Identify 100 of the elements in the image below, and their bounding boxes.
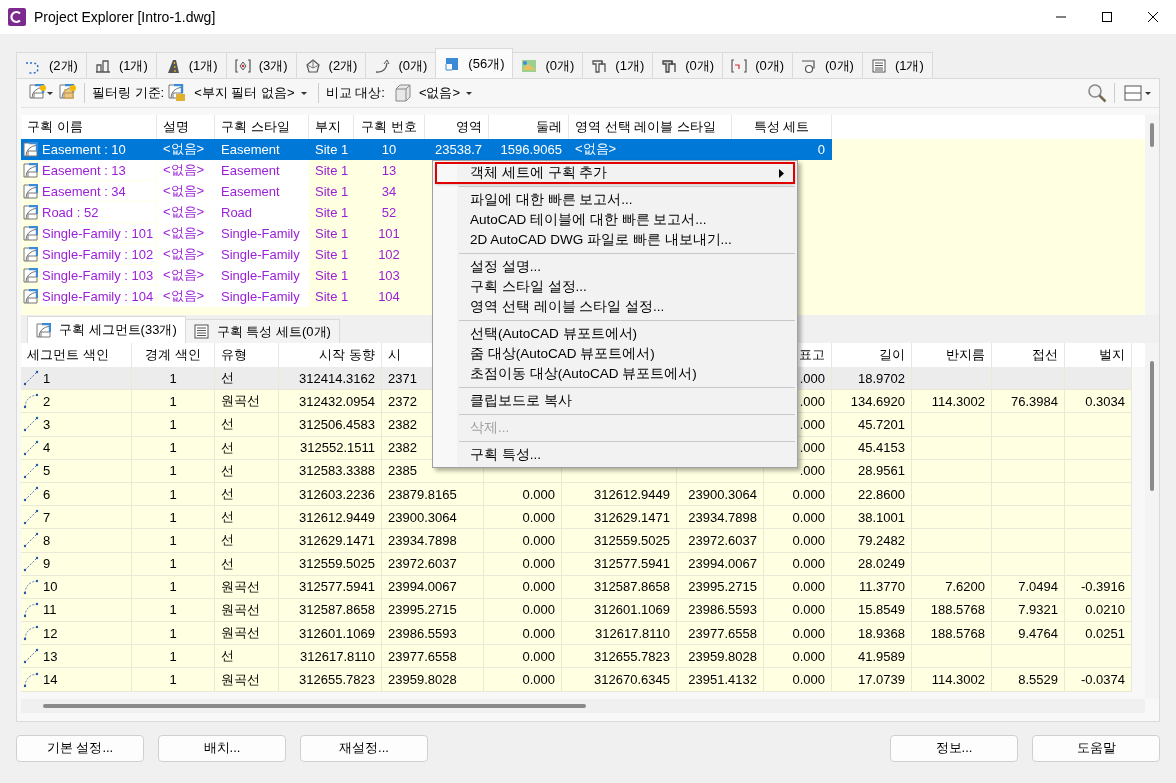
table-cell: 0.000 xyxy=(484,575,562,599)
table-cell: 312629.1471 xyxy=(279,529,382,553)
table-cell: 23934.7898 xyxy=(382,529,484,553)
table-cell-text: <없음> xyxy=(162,140,206,158)
table-cell: 23959.8028 xyxy=(382,668,484,692)
table-cell-text: 12 xyxy=(42,624,59,643)
table-cell-text: 7 xyxy=(42,508,52,527)
table-cell: Road xyxy=(215,202,309,223)
table-cell-text: Site 1 xyxy=(314,245,350,264)
compare-label: 비교 대상: xyxy=(325,84,385,102)
table-cell: 114.3002 xyxy=(912,668,992,692)
table-cell: 23995.2715 xyxy=(677,575,764,599)
parcel-name: Easement : 34 xyxy=(40,181,156,201)
table-cell: <없음> xyxy=(157,181,215,202)
table-cell-text: 104 xyxy=(377,287,401,306)
table-cell-text: Site 1 xyxy=(314,266,350,285)
table-cell-text: 34 xyxy=(380,182,398,201)
table-cell: 1 xyxy=(132,436,215,460)
table-cell: Single-Family xyxy=(215,223,309,244)
table-cell-text: 23538.7 xyxy=(434,140,483,159)
table-cell: 1 xyxy=(132,413,215,437)
table-cell: Single-Family xyxy=(215,265,309,286)
table-cell-text: 5 xyxy=(42,462,52,481)
table-cell: 312670.6345 xyxy=(562,668,677,692)
table-cell: 1 xyxy=(132,459,215,483)
table-cell: Easement xyxy=(215,160,309,181)
table-cell-text: 101 xyxy=(377,224,401,243)
table-cell-text: Site 1 xyxy=(314,224,350,243)
table-cell: 0.000 xyxy=(764,668,832,692)
table-cell: Single-Family xyxy=(215,244,309,265)
table-cell: -0.3916 xyxy=(1065,575,1132,599)
table-cell: 선 xyxy=(215,552,279,576)
parcel-name: Easement : 13 xyxy=(40,160,156,180)
table-cell: 7.6200 xyxy=(912,575,992,599)
table-cell: 79.2482 xyxy=(832,529,912,553)
table-cell: <없음> xyxy=(157,223,215,244)
table-cell-text: 11 xyxy=(42,601,58,620)
filter-label: 필터링 기준: xyxy=(92,84,165,102)
table-cell: 312559.5025 xyxy=(562,529,677,553)
table-cell: 312552.1511 xyxy=(279,436,382,460)
table-cell: -0.0374 xyxy=(1065,668,1132,692)
table-cell: 선 xyxy=(215,529,279,553)
table-cell: 원곡선 xyxy=(215,575,279,599)
parcel-name: Road : 52 xyxy=(40,202,156,222)
table-cell-text: 13 xyxy=(42,647,59,666)
table-cell: 312559.5025 xyxy=(279,552,382,576)
table-cell: <없음> xyxy=(157,160,215,181)
table-cell-text: 8 xyxy=(42,531,52,550)
table-cell: 선 xyxy=(215,413,279,437)
table-cell: 312577.5941 xyxy=(562,552,677,576)
table-cell-text: Easement xyxy=(220,140,281,159)
table-cell-text: 14 xyxy=(42,671,59,690)
table-cell-text: <없음> xyxy=(574,140,618,158)
table-cell: 312577.5941 xyxy=(279,575,382,599)
table-cell: 23972.6037 xyxy=(677,529,764,553)
table-cell-text: Site 1 xyxy=(314,140,350,159)
table-cell-text: Site 1 xyxy=(314,203,350,222)
parcel-name: Single-Family : 103 xyxy=(40,265,156,285)
table-cell: 312583.3388 xyxy=(279,459,382,483)
parcel-name: Easement : 10 xyxy=(41,140,127,159)
table-cell: 45.4153 xyxy=(832,436,912,460)
table-cell: <없음> xyxy=(157,265,215,286)
table-cell: 0.000 xyxy=(484,529,562,553)
table-cell: Single-Family xyxy=(215,286,309,307)
table-cell: 23951.4132 xyxy=(677,668,764,692)
table-cell: 0.000 xyxy=(764,529,832,553)
table-cell-text: Site 1 xyxy=(314,161,350,180)
parcel-name: Single-Family : 102 xyxy=(40,244,156,264)
table-cell-text: Site 1 xyxy=(314,182,350,201)
table-cell: 11.3770 xyxy=(832,575,912,599)
table-cell: 선 xyxy=(215,436,279,460)
table-cell-text: 2 xyxy=(42,392,52,411)
table-cell: 0.000 xyxy=(764,575,832,599)
table-cell: 23994.0067 xyxy=(382,575,484,599)
table-cell-text: 1 xyxy=(42,369,52,388)
table-cell: 312655.7823 xyxy=(279,668,382,692)
table-cell-text: 102 xyxy=(377,245,401,264)
table-cell: 17.0739 xyxy=(832,668,912,692)
table-cell: 0.000 xyxy=(484,668,562,692)
parcel-name: Single-Family : 101 xyxy=(40,223,156,243)
table-cell: 원곡선 xyxy=(215,668,279,692)
table-cell: 312506.4583 xyxy=(279,413,382,437)
table-cell-text: 9 xyxy=(42,555,52,574)
table-cell-text: 10 xyxy=(380,140,398,159)
table-cell: Easement xyxy=(215,181,309,202)
table-cell: <없음> xyxy=(157,244,215,265)
table-cell-text: 10 xyxy=(42,578,59,597)
table-cell: 7.0494 xyxy=(992,575,1065,599)
table-cell-text: 3 xyxy=(42,415,52,434)
table-cell-text: 52 xyxy=(380,203,398,222)
table-cell: 1 xyxy=(132,529,215,553)
table-cell-text: 0 xyxy=(816,140,826,159)
table-cell: 28.9561 xyxy=(832,459,912,483)
table-cell: 28.0249 xyxy=(832,552,912,576)
table-cell: 0.000 xyxy=(484,552,562,576)
table-cell: <없음> xyxy=(157,202,215,223)
table-cell: 선 xyxy=(215,459,279,483)
table-cell-text: 1596.9065 xyxy=(499,140,563,159)
table-cell: 1 xyxy=(132,552,215,576)
table-cell: 312587.8658 xyxy=(562,575,677,599)
